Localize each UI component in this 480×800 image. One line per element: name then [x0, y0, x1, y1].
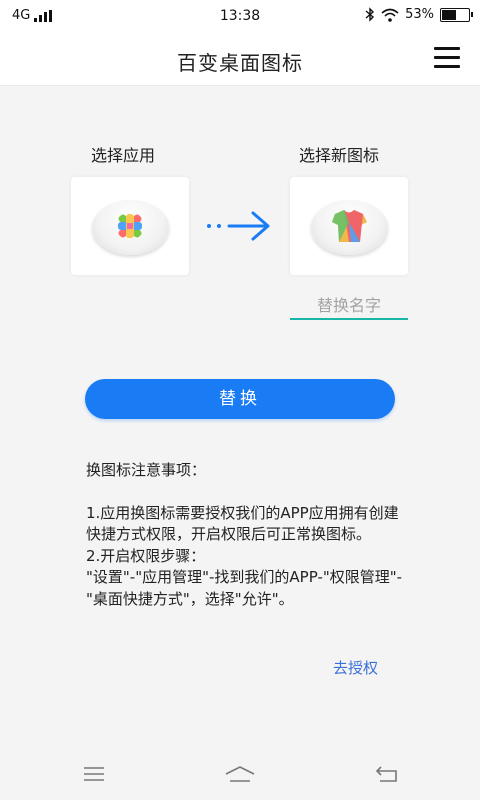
status-bar: 4G 13:38 53%	[0, 0, 480, 32]
page-title: 百变桌面图标	[177, 51, 303, 75]
rename-input[interactable]	[290, 292, 408, 320]
replace-button[interactable]: 替换	[85, 379, 395, 419]
authorize-link[interactable]: 去授权	[333, 657, 378, 678]
shirt-icon	[332, 210, 367, 242]
app-header: 百变桌面图标	[0, 32, 480, 86]
select-app-label: 选择应用	[91, 146, 156, 165]
notes-section: 换图标注意事项： 1.应用换图标需要授权我们的APP应用拥有创建快捷方式权限，开…	[86, 460, 406, 610]
wifi-icon	[381, 8, 399, 22]
battery-percent: 53%	[405, 7, 434, 22]
system-nav-bar	[0, 750, 480, 800]
select-app-card[interactable]	[71, 177, 189, 275]
menu-icon[interactable]	[434, 47, 460, 69]
new-icon-plate	[311, 200, 388, 255]
battery-icon	[440, 7, 473, 22]
app-icon-plate	[92, 200, 169, 255]
select-new-icon-card[interactable]	[290, 177, 408, 275]
back-nav-icon[interactable]	[374, 764, 400, 784]
status-right: 53%	[365, 7, 473, 22]
battery-level-fill	[442, 9, 456, 20]
arrow-right-icon	[207, 211, 270, 241]
select-new-icon-label: 选择新图标	[299, 146, 380, 165]
notes-heading: 换图标注意事项：	[86, 461, 207, 479]
app-icon-placeholder	[118, 214, 142, 238]
bluetooth-icon	[365, 7, 375, 22]
menu-nav-icon[interactable]	[82, 764, 106, 782]
home-nav-icon[interactable]	[224, 764, 256, 784]
notes-body: 1.应用换图标需要授权我们的APP应用拥有创建快捷方式权限，开启权限后可正常换图…	[86, 503, 403, 608]
